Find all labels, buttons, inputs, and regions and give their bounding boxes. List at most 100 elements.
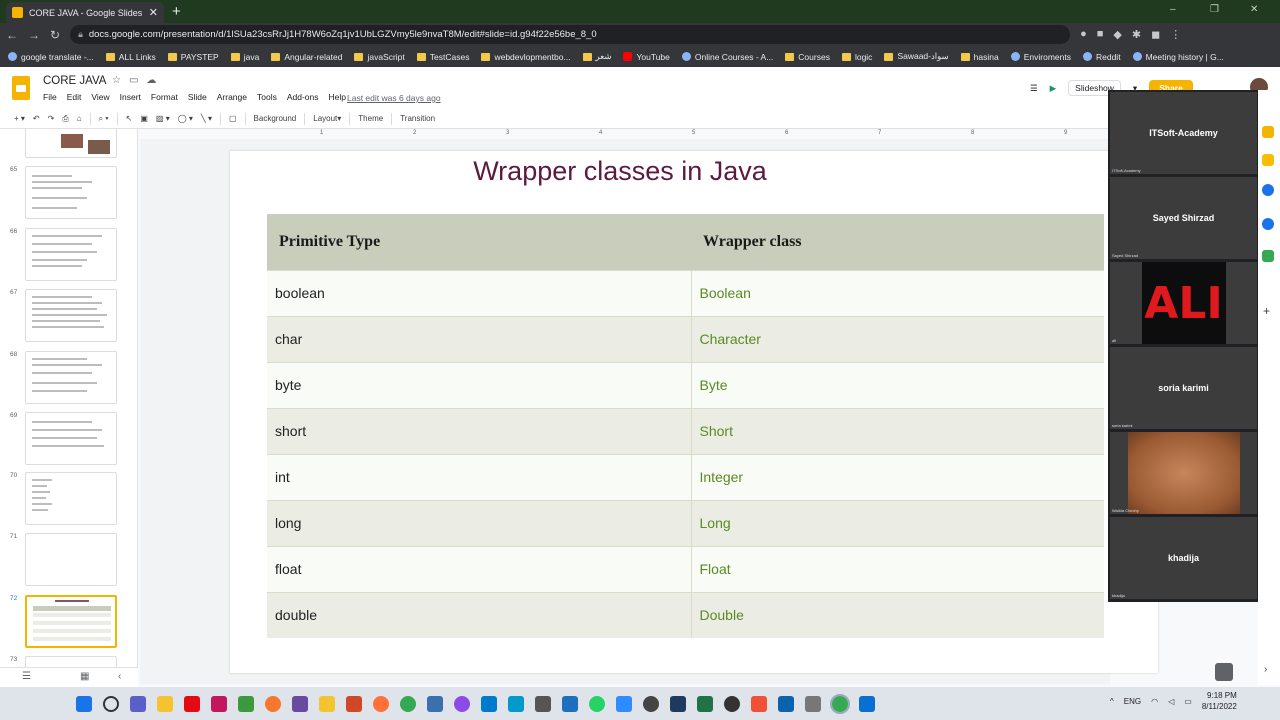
menu-file[interactable]: File xyxy=(43,92,57,102)
whatsapp-icon[interactable] xyxy=(589,695,605,712)
chrome-active-icon[interactable] xyxy=(830,693,850,714)
participant-tile[interactable]: Sayed Shirzad Sayed Shirzad xyxy=(1110,177,1257,259)
slide-thumbnail-selected[interactable] xyxy=(25,595,117,648)
bookmark-item[interactable]: javaScript xyxy=(354,52,405,62)
postman-icon[interactable] xyxy=(265,695,281,712)
vscode-icon[interactable] xyxy=(481,695,497,712)
shape-icon[interactable]: ◯ ▾ xyxy=(178,114,193,123)
print-icon[interactable]: ⎙ xyxy=(62,114,68,124)
collapse-icon[interactable]: ‹ xyxy=(118,671,121,682)
teams-icon[interactable] xyxy=(130,695,146,712)
powerpoint-icon[interactable] xyxy=(346,695,362,712)
bookmark-item[interactable]: Reddit xyxy=(1082,52,1121,62)
volume-icon[interactable]: ◁ xyxy=(1168,697,1174,706)
new-tab-button[interactable]: + xyxy=(172,3,181,20)
app-icon[interactable] xyxy=(292,695,308,712)
bookmark-item[interactable]: TestCases xyxy=(416,52,469,62)
monitor-icon[interactable] xyxy=(508,695,524,712)
bookmark-item[interactable]: java xyxy=(230,52,259,62)
app-icon[interactable] xyxy=(562,695,578,712)
window-close-button[interactable]: ✕ xyxy=(1250,4,1258,15)
slide-thumbnail[interactable] xyxy=(25,656,117,667)
meet-icon[interactable]: ▶ xyxy=(1050,83,1057,94)
chrome-icon[interactable] xyxy=(400,695,416,712)
slide-thumbnail[interactable] xyxy=(25,129,117,158)
bookmark-item[interactable]: شعر xyxy=(582,51,611,62)
app-icon[interactable] xyxy=(535,695,551,712)
maximize-button[interactable]: ❐ xyxy=(1210,4,1219,15)
slide-thumbnail[interactable] xyxy=(25,412,117,465)
background-button[interactable]: Background xyxy=(254,114,297,123)
slide-thumbnail[interactable] xyxy=(25,289,117,342)
text-box-icon[interactable]: ▣ xyxy=(140,114,148,123)
bookmark-item[interactable]: Sawaad-سواد xyxy=(884,51,949,62)
clock[interactable]: 9:18 PM 8/11/2022 xyxy=(1202,690,1237,712)
bookmark-item[interactable]: Courses xyxy=(785,52,830,62)
keep-notes-icon[interactable] xyxy=(1262,154,1274,166)
add-comment-icon[interactable] xyxy=(1215,663,1233,681)
menu-dots-icon[interactable]: ⋮ xyxy=(1170,28,1181,41)
start-icon[interactable] xyxy=(76,695,92,712)
notepad-icon[interactable] xyxy=(238,695,254,712)
tasks-icon[interactable] xyxy=(1262,184,1274,196)
image-icon[interactable]: ▨ ▾ xyxy=(156,114,170,123)
bookmark-item[interactable]: YouTube xyxy=(623,52,670,62)
select-icon[interactable]: ↖ xyxy=(126,114,133,123)
bookmark-item[interactable]: Enviroments xyxy=(1010,52,1071,62)
bookmark-item[interactable]: Meeting history | G... xyxy=(1132,52,1224,62)
menu-tools[interactable]: Tools xyxy=(257,92,277,102)
sticky-notes-icon[interactable] xyxy=(157,695,173,712)
photos-icon[interactable] xyxy=(427,695,443,712)
bookmark-item[interactable]: Online Courses - A... xyxy=(681,52,773,62)
app-icon[interactable] xyxy=(670,695,686,712)
wrapper-classes-table[interactable]: Primitive Type Wrapper class boolean Bool… xyxy=(267,214,1104,638)
redo-icon[interactable]: ↷ xyxy=(48,114,55,123)
language-indicator[interactable]: ENG xyxy=(1124,697,1141,706)
participant-tile[interactable]: khadija khadija xyxy=(1110,517,1257,599)
menu-arrange[interactable]: Arrange xyxy=(217,92,247,102)
app-icon[interactable] xyxy=(724,695,740,712)
bookmark-item[interactable]: logic xyxy=(841,52,872,62)
participant-tile[interactable]: soria karimi soria karimi xyxy=(1110,347,1257,429)
extension-icon[interactable]: ◆ xyxy=(1113,28,1121,41)
bookmark-item[interactable]: ALL Links xyxy=(105,52,156,62)
comments-icon[interactable]: ☰ xyxy=(1030,83,1038,94)
reload-icon[interactable]: ↻ xyxy=(50,28,60,42)
comment-add-icon[interactable]: ▢ xyxy=(229,114,237,123)
bookmark-item[interactable]: webdevlopmentbo... xyxy=(481,52,571,62)
menu-insert[interactable]: Insert xyxy=(120,92,141,102)
participant-tile[interactable]: ALI ali xyxy=(1110,262,1257,344)
messenger-icon[interactable] xyxy=(454,695,470,712)
puzzle-icon[interactable]: ✱ xyxy=(1132,28,1141,41)
chevron-up-icon[interactable]: ^ xyxy=(1110,697,1114,706)
new-slide-icon[interactable]: + ▾ xyxy=(14,114,25,123)
bookmark-item[interactable]: google translate -... xyxy=(8,52,94,62)
line-icon[interactable]: ╲ ▾ xyxy=(201,114,212,123)
keep-icon[interactable] xyxy=(1262,126,1274,138)
profile-icon[interactable]: ◼ xyxy=(1151,28,1160,41)
list-view-icon[interactable]: ☰ xyxy=(22,671,31,682)
bookmark-item[interactable]: Angular-related xyxy=(271,52,342,62)
app-icon[interactable] xyxy=(859,695,875,712)
slide-thumbnail[interactable] xyxy=(25,228,117,281)
document-title[interactable]: CORE JAVA xyxy=(43,75,106,87)
menu-slide[interactable]: Slide xyxy=(188,92,207,102)
netflix-icon[interactable] xyxy=(184,695,200,712)
excel-icon[interactable] xyxy=(697,695,713,712)
menu-help[interactable]: Help xyxy=(329,92,346,102)
tab-close-icon[interactable]: ✕ xyxy=(149,6,158,19)
extension-icon[interactable]: ● xyxy=(1080,28,1087,41)
transition-button[interactable]: Transition xyxy=(400,114,435,123)
theme-button[interactable]: Theme xyxy=(358,114,383,123)
menu-edit[interactable]: Edit xyxy=(67,92,82,102)
slide-title[interactable]: Wrapper classes in Java xyxy=(230,156,1010,187)
back-icon[interactable]: ← xyxy=(6,28,18,42)
address-bar[interactable]: 🔒︎ docs.google.com/presentation/d/1lSUa2… xyxy=(70,25,1071,44)
search-icon[interactable] xyxy=(103,695,119,712)
slide-thumbnail[interactable] xyxy=(25,472,117,525)
zoom-icon[interactable]: ⌕ ▾ xyxy=(99,114,109,124)
minimize-button[interactable]: – xyxy=(1170,4,1176,15)
slide-thumbnail[interactable] xyxy=(25,533,117,586)
app-icon[interactable] xyxy=(805,695,821,712)
bookmark-item[interactable]: hasina xyxy=(960,52,999,62)
